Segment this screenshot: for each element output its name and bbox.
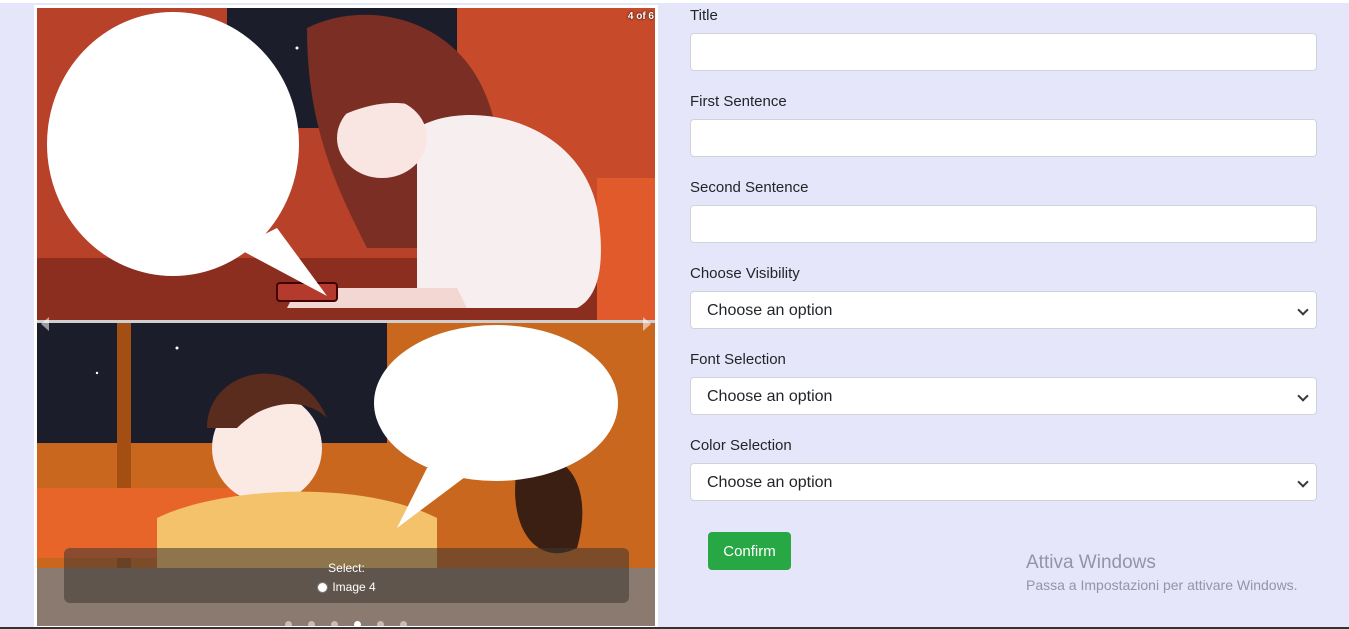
caption-title: Select: (328, 561, 365, 575)
visibility-label: Choose Visibility (690, 265, 800, 282)
font-group: Font Selection Choose an option (690, 350, 1317, 415)
title-label: Title (690, 7, 718, 24)
top-divider (0, 0, 1349, 3)
first-sentence-label: First Sentence (690, 93, 787, 110)
confirm-button[interactable]: Confirm (708, 532, 791, 570)
slide-counter: 4 of 6 (627, 11, 654, 22)
font-select[interactable]: Choose an option (690, 377, 1317, 415)
watermark-title: Attiva Windows (1026, 552, 1156, 573)
first-sentence-group: First Sentence (690, 92, 1317, 157)
title-group: Title (690, 6, 1317, 71)
windows-activation-watermark: Attiva Windows Passa a Impostazioni per … (1026, 552, 1298, 593)
next-slide-arrow-icon[interactable] (643, 317, 651, 331)
color-label: Color Selection (690, 437, 792, 454)
font-label: Font Selection (690, 351, 786, 368)
first-sentence-input[interactable] (690, 119, 1317, 157)
second-sentence-label: Second Sentence (690, 179, 809, 196)
watermark-subtitle: Passa a Impostazioni per attivare Window… (1026, 577, 1298, 593)
image-carousel: 4 of 6 Select: Image 4 (34, 5, 658, 629)
color-group: Color Selection Choose an option (690, 436, 1317, 501)
title-input[interactable] (690, 33, 1317, 71)
image-radio-label: Image 4 (332, 580, 376, 594)
meme-image (37, 8, 655, 626)
image-radio[interactable] (317, 581, 329, 593)
color-select[interactable]: Choose an option (690, 463, 1317, 501)
previous-slide-arrow-icon[interactable] (41, 317, 49, 331)
second-sentence-input[interactable] (690, 205, 1317, 243)
visibility-select[interactable]: Choose an option (690, 291, 1317, 329)
visibility-group: Choose Visibility Choose an option (690, 264, 1317, 329)
carousel-caption: Select: Image 4 (64, 548, 629, 603)
image-radio-row: Image 4 (317, 580, 376, 594)
second-sentence-group: Second Sentence (690, 178, 1317, 243)
